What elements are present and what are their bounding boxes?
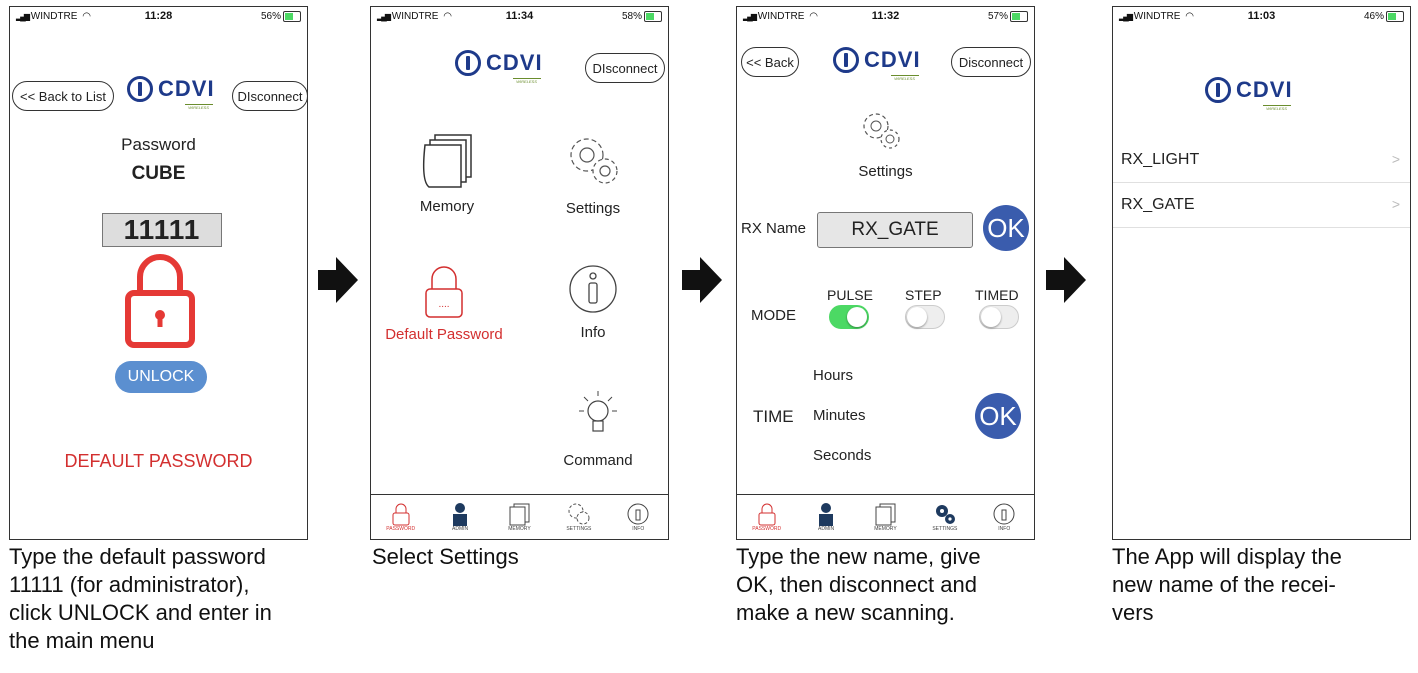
- caption-step-3: Type the new name, give OK, then disconn…: [736, 544, 981, 625]
- rx-name-ok-button[interactable]: OK: [983, 205, 1029, 251]
- chevron-right-icon: >: [1391, 151, 1400, 167]
- time-hours-label: Hours: [813, 367, 854, 384]
- info-icon: [569, 265, 617, 313]
- status-bar: ▂▄▆ WINDTRE ◠ 11:32 57%: [737, 7, 1034, 25]
- tab-settings[interactable]: SETTINGS: [562, 502, 596, 532]
- screen-main-menu: ▂▄▆ WINDTRE ◠ 11:34 58% CDVI WIRELESS DI…: [370, 6, 669, 540]
- caption-step-2: Select Settings: [372, 544, 519, 569]
- lock-outline-icon: [392, 503, 410, 526]
- memory-icon: [509, 503, 530, 526]
- menu-item-command[interactable]: Command: [553, 387, 643, 469]
- default-password-link[interactable]: DEFAULT PASSWORD: [10, 451, 307, 472]
- svg-text:....: ....: [438, 299, 449, 310]
- tab-memory[interactable]: MEMORY: [502, 502, 536, 532]
- mode-pulse-toggle[interactable]: [829, 305, 869, 329]
- menu-item-info[interactable]: Info: [553, 263, 633, 341]
- menu-item-memory[interactable]: Memory: [401, 131, 493, 215]
- mode-step-label: STEP: [905, 287, 942, 303]
- back-to-list-button[interactable]: << Back to List: [12, 81, 114, 111]
- tab-admin[interactable]: ADMIN: [443, 502, 477, 532]
- unlock-button[interactable]: UNLOCK: [115, 361, 207, 393]
- tab-info[interactable]: INFO: [987, 502, 1021, 532]
- lightbulb-icon: [579, 391, 617, 432]
- gears-icon: [570, 138, 618, 184]
- lock-outline-icon: [758, 503, 776, 526]
- tab-memory[interactable]: MEMORY: [868, 502, 902, 532]
- back-button[interactable]: << Back: [741, 47, 799, 77]
- cdvi-logo: CDVI WIRELESS: [1205, 77, 1293, 111]
- status-bar: ▂▄▆ WINDTRE ◠ 11:03 46%: [1113, 7, 1410, 25]
- tab-settings[interactable]: SETTINGS: [928, 502, 962, 532]
- gears-icon: [863, 113, 900, 149]
- time-minutes-label: Minutes: [813, 407, 866, 424]
- rx-name-label: RX Name: [741, 220, 807, 237]
- gears-solid-icon: [935, 505, 955, 524]
- list-item[interactable]: RX_GATE >: [1113, 183, 1410, 228]
- memory-icon: [422, 134, 472, 188]
- screen-receiver-list: ▂▄▆ WINDTRE ◠ 11:03 46% CDVI WIRELESS RX…: [1112, 6, 1411, 540]
- menu-item-settings[interactable]: Settings: [543, 133, 643, 217]
- password-field[interactable]: 11111: [102, 213, 222, 247]
- disconnect-button[interactable]: DIsconnect: [585, 53, 665, 83]
- screen-settings: ▂▄▆ WINDTRE ◠ 11:32 57% << Back CDVI WIR…: [736, 6, 1035, 540]
- cdvi-logo: CDVI WIRELESS: [127, 76, 215, 110]
- arrow-right-icon: [1046, 257, 1086, 303]
- cdvi-logo-icon: [127, 76, 153, 102]
- tab-bar: PASSWORD ADMIN MEMORY SETTINGS INFO: [737, 494, 1034, 539]
- device-name: CUBE: [131, 163, 186, 184]
- admin-icon: [819, 503, 834, 526]
- cdvi-logo: CDVI WIRELESS: [833, 47, 921, 81]
- menu-item-default-password[interactable]: .... Default Password: [379, 263, 509, 343]
- info-icon: [993, 503, 1015, 525]
- disconnect-button[interactable]: Disconnect: [951, 47, 1031, 77]
- battery-icon: [644, 11, 662, 22]
- memory-icon: [875, 503, 896, 526]
- gears-icon: [568, 503, 590, 525]
- arrow-right-icon: [682, 257, 722, 303]
- disconnect-button[interactable]: DIsconnect: [232, 81, 307, 111]
- mode-timed-label: TIMED: [975, 287, 1019, 303]
- list-item[interactable]: RX_LIGHT >: [1113, 138, 1410, 183]
- tab-bar: PASSWORD ADMIN MEMORY SETTINGS INFO: [371, 494, 668, 539]
- tab-admin[interactable]: ADMIN: [809, 502, 843, 532]
- screen-password: ▂▄▆ WINDTRE ◠ 11:28 56% << Back to List …: [9, 6, 308, 540]
- status-bar: ▂▄▆ WINDTRE ◠ 11:34 58%: [371, 7, 668, 25]
- info-icon: [627, 503, 649, 525]
- cdvi-logo: CDVI WIRELESS: [455, 50, 543, 84]
- tab-password[interactable]: PASSWORD: [384, 502, 418, 532]
- cdvi-logo-icon: [833, 47, 859, 73]
- lock-outline-icon: ....: [425, 266, 463, 318]
- battery-icon: [1010, 11, 1028, 22]
- tab-info[interactable]: INFO: [621, 502, 655, 532]
- settings-title: Settings: [858, 163, 913, 180]
- mode-timed-toggle[interactable]: [979, 305, 1019, 329]
- chevron-right-icon: >: [1391, 196, 1400, 212]
- caption-step-4: The App will display the new name of the…: [1112, 544, 1342, 625]
- rx-name-input[interactable]: RX_GATE: [817, 212, 973, 248]
- caption-step-1: Type the default password 11111 (for adm…: [9, 544, 272, 653]
- time-ok-button[interactable]: OK: [975, 393, 1021, 439]
- cdvi-logo-icon: [455, 50, 481, 76]
- lock-icon: [125, 254, 195, 348]
- arrow-right-icon: [318, 257, 358, 303]
- status-bar: ▂▄▆ WINDTRE ◠ 11:28 56%: [10, 7, 307, 25]
- battery-icon: [1386, 11, 1404, 22]
- tab-password[interactable]: PASSWORD: [750, 502, 784, 532]
- mode-step-toggle[interactable]: [905, 305, 945, 329]
- admin-icon: [453, 503, 468, 526]
- time-seconds-label: Seconds: [813, 447, 872, 464]
- mode-label: MODE: [751, 307, 796, 324]
- battery-icon: [283, 11, 301, 22]
- time-label: TIME: [753, 407, 794, 426]
- password-label: Password: [121, 135, 196, 154]
- mode-pulse-label: PULSE: [827, 287, 873, 303]
- cdvi-logo-icon: [1205, 77, 1231, 103]
